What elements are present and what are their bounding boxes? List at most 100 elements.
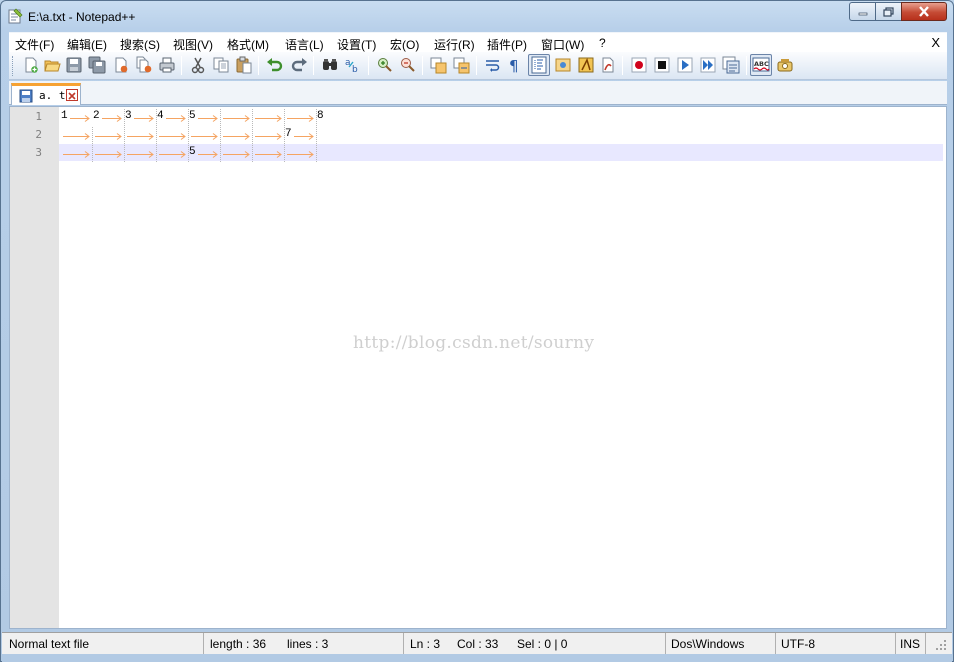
close-all-icon[interactable] [135,56,153,74]
close-file-icon[interactable] [112,56,130,74]
tab-arrow-icon [294,129,314,146]
menu-window[interactable]: 窗口(W) [541,36,584,53]
svg-text:ABC: ABC [754,60,769,68]
tab-arrow-icon [70,111,90,128]
indent-guide [92,145,93,162]
menu-edit[interactable]: 编辑(E) [67,36,107,53]
menu-macro[interactable]: 宏(O) [390,36,419,53]
menu-settings[interactable]: 设置(T) [337,36,376,53]
tab-arrow-icon [166,111,186,128]
minimize-button[interactable] [849,2,875,21]
indent-guide [220,109,221,126]
line-number: 2 [35,128,42,141]
file-type-text: Normal text file [9,637,90,651]
run-macro-multiple-icon[interactable] [699,56,717,74]
show-all-chars-icon[interactable]: ¶ [506,56,524,74]
unsaved-disk-icon [19,89,33,103]
close-document-button[interactable]: X [931,35,940,50]
notepad-app-icon[interactable] [7,8,23,24]
line-number: 1 [35,110,42,123]
tab-close-icon[interactable] [66,89,78,101]
replace-icon[interactable]: ab [344,56,362,74]
tab-arrow-icon [95,147,122,164]
resize-grip[interactable] [926,633,952,654]
menu-search[interactable]: 搜索(S) [120,36,160,53]
indent-guide-icon[interactable] [528,54,550,76]
copy-icon[interactable] [212,56,230,74]
resize-grip-icon [936,640,946,650]
tab-a-txt[interactable]: a. txt [11,83,81,105]
code-text: 5 [189,110,196,122]
redo-icon[interactable] [290,56,308,74]
find-icon[interactable] [321,56,339,74]
menu-help[interactable]: ? [599,36,606,50]
indent-guide [284,145,285,162]
cut-icon[interactable] [189,56,207,74]
tab-arrow-icon [191,129,218,146]
sync-vertical-icon[interactable] [430,56,448,74]
status-insert-mode[interactable]: INS [896,633,926,654]
save-all-icon[interactable] [88,56,106,74]
col-text: Col : 33 [457,637,499,651]
print-icon[interactable] [158,56,176,74]
tab-arrow-icon [223,129,250,146]
spell-check-icon[interactable]: ABC [750,54,772,76]
zoom-in-icon[interactable] [376,56,394,74]
code-text: 8 [317,110,324,122]
function-list-icon[interactable] [577,56,595,74]
window-title: E:\a.txt - Notepad++ [28,10,136,24]
toolbar-separator [746,56,747,75]
maximize-button[interactable] [875,2,901,21]
tab-arrow-icon [255,129,282,146]
menu-view[interactable]: 视图(V) [173,36,213,53]
doc-map-icon[interactable] [554,56,572,74]
new-file-icon[interactable] [22,56,40,74]
tab-arrow-icon [223,147,250,164]
line-number: 3 [35,146,42,159]
menu-file[interactable]: 文件(F) [15,36,54,53]
lines-text: lines : 3 [287,637,329,651]
indent-guide [220,145,221,162]
tab-arrow-icon [63,147,90,164]
tab-arrow-icon [127,147,154,164]
line-number-gutter[interactable]: 1 2 3 [10,107,59,628]
code-text: 3 [125,110,132,122]
toolbar-grip[interactable] [12,56,15,76]
status-cursor-position: Ln : 3 Col : 33 Sel : 0 | 0 [404,633,666,654]
sync-horizontal-icon[interactable] [453,56,471,74]
save-icon[interactable] [65,56,83,74]
menu-format[interactable]: 格式(M) [227,36,269,53]
undo-icon[interactable] [266,56,284,74]
window-bottom-border [2,654,952,662]
stop-macro-icon[interactable] [653,56,671,74]
save-macro-icon[interactable] [722,56,740,74]
folder-as-workspace-icon[interactable] [599,56,617,74]
tab-arrow-icon [223,111,250,128]
zoom-out-icon[interactable] [399,56,417,74]
word-wrap-icon[interactable] [484,56,502,74]
text-editor[interactable]: 1 2 3 1 2 3 4 5 8 7 5 http://blog.csdn.net/sour… [9,106,947,629]
tab-arrow-icon [127,129,154,146]
menu-language[interactable]: 语言(L) [285,36,324,53]
tab-arrow-icon [198,111,218,128]
paste-icon[interactable] [235,56,253,74]
close-window-button[interactable] [901,2,947,21]
indent-guide [284,109,285,126]
tab-arrow-icon [159,129,186,146]
play-macro-icon[interactable] [676,56,694,74]
title-bar[interactable]: E:\a.txt - Notepad++ [1,1,953,31]
status-doc-size: length : 36 lines : 3 [204,633,404,654]
plugin-icon[interactable] [776,56,794,74]
open-file-icon[interactable] [43,56,61,74]
indent-guide [252,109,253,126]
record-macro-icon[interactable] [630,56,648,74]
tab-arrow-icon [255,147,282,164]
menu-plugins[interactable]: 插件(P) [487,36,527,53]
status-eol[interactable]: Dos\Windows [666,633,776,654]
status-encoding[interactable]: UTF-8 [776,633,896,654]
menu-run[interactable]: 运行(R) [434,36,475,53]
minimize-icon [858,12,867,15]
svg-text:b: b [352,65,358,74]
toolbar-separator [476,56,477,75]
status-bar: Normal text file length : 36 lines : 3 L… [2,632,952,654]
